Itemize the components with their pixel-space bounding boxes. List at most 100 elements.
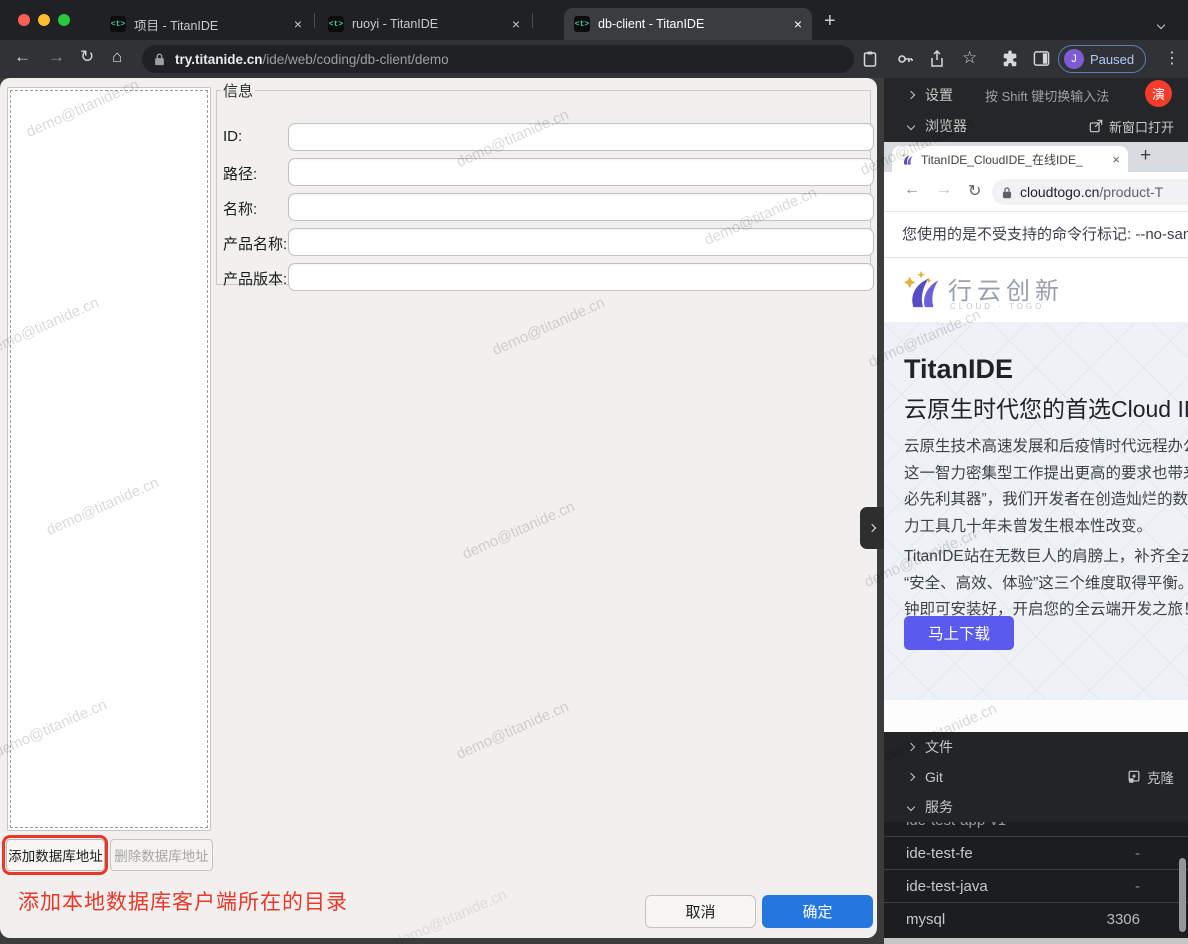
delete-database-address-button: 删除数据库地址 xyxy=(110,839,213,871)
browser-section-row[interactable]: 浏览器 新窗口打开 xyxy=(884,110,1188,142)
tab-title: 项目 - TitanIDE xyxy=(134,15,288,34)
bookmark-star-icon[interactable]: ☆ xyxy=(962,48,977,68)
chevron-right-icon xyxy=(907,743,915,751)
git-section-row[interactable]: Git 克隆 xyxy=(884,762,1188,792)
back-icon[interactable]: ← xyxy=(904,181,920,199)
service-name: ide-test-app-v1 xyxy=(906,822,1006,829)
profile-status: Paused xyxy=(1090,52,1134,67)
database-address-list[interactable] xyxy=(7,87,211,831)
clipboard-icon[interactable] xyxy=(862,50,878,73)
chevron-right-icon xyxy=(907,91,915,99)
tab-ruoyi[interactable]: <t> ruoyi - TitanIDE × xyxy=(318,8,530,40)
embedded-tab[interactable]: TitanIDE_CloudIDE_在线IDE_ × xyxy=(892,146,1128,172)
embedded-address-bar[interactable]: cloudtogo.cn/product-T xyxy=(992,179,1188,205)
input-method-hint: 按 Shift 键切换输入法 xyxy=(985,86,1109,105)
db-client-dialog: 信息 ID: 路径: 名称: 产品名称: 产品版本: 添加数据库地址 删除数据库… xyxy=(0,78,877,938)
password-key-icon[interactable] xyxy=(896,50,914,73)
service-row[interactable]: ide-test-java - xyxy=(884,870,1188,903)
share-icon[interactable] xyxy=(929,50,945,73)
id-label: ID: xyxy=(223,128,242,145)
close-icon[interactable]: × xyxy=(512,16,520,32)
browser-toolbar: ← → ↻ ⌂ try.titanide.cn/ide/web/coding/d… xyxy=(0,40,1188,78)
hero-paragraph-1: 云原生技术高速发展和后疫情时代远程办公等给 这一智力密集型工作提出更高的要求也带… xyxy=(904,434,1188,540)
service-row[interactable]: ide-test-fe - xyxy=(884,837,1188,870)
cloudtogo-logo xyxy=(900,269,946,311)
new-tab-button[interactable]: + xyxy=(1140,145,1151,167)
browser-tab-strip: <t> 项目 - TitanIDE × <t> ruoyi - TitanIDE… xyxy=(0,0,1188,40)
annotation-highlight-box xyxy=(2,835,108,875)
forward-icon[interactable]: → xyxy=(48,47,65,67)
page-bottom-strip xyxy=(884,700,1188,732)
home-icon[interactable]: ⌂ xyxy=(112,47,122,67)
kebab-menu-icon[interactable]: ⋮ xyxy=(1164,48,1180,68)
scrollbar-thumb[interactable] xyxy=(1179,858,1186,932)
git-clone-button[interactable]: 克隆 xyxy=(1127,767,1174,787)
cloudtogo-header: 行云创新 CLOUD · TOGO xyxy=(884,258,1188,322)
tab-db-client-active[interactable]: <t> db-client - TitanIDE × xyxy=(564,8,812,40)
product-name-label: 产品名称: xyxy=(223,233,287,254)
tab-project[interactable]: <t> 项目 - TitanIDE × xyxy=(100,8,312,40)
refresh-icon[interactable]: ↻ xyxy=(968,181,981,201)
settings-section-row[interactable]: 设置 按 Shift 键切换输入法 xyxy=(884,80,1188,110)
service-port: - xyxy=(1135,822,1140,829)
profile-paused-button[interactable]: J Paused xyxy=(1058,45,1146,73)
hero-title: TitanIDE xyxy=(904,354,1013,385)
close-icon[interactable]: × xyxy=(794,16,802,32)
embedded-tab-strip: TitanIDE_CloudIDE_在线IDE_ × + xyxy=(884,142,1188,172)
refresh-icon[interactable]: ↻ xyxy=(80,47,94,67)
hero-section: TitanIDE 云原生时代您的首选Cloud IDE 云原生技术高速发展和后疫… xyxy=(884,322,1188,700)
open-new-window-label: 新窗口打开 xyxy=(1109,117,1174,136)
macos-minimize-button[interactable] xyxy=(38,14,50,26)
lock-icon xyxy=(154,52,165,66)
embedded-url-row: ← → ↻ cloudtogo.cn/product-T xyxy=(884,172,1188,212)
close-icon[interactable]: × xyxy=(1112,152,1120,167)
extensions-puzzle-icon[interactable] xyxy=(1001,50,1019,73)
git-clone-label: 克隆 xyxy=(1147,767,1174,787)
product-version-input[interactable] xyxy=(288,263,874,291)
service-row[interactable]: ide-test-app-v1 - xyxy=(884,822,1188,837)
back-icon[interactable]: ← xyxy=(14,47,31,67)
tab-divider xyxy=(314,13,315,28)
panel-collapse-handle[interactable] xyxy=(860,507,884,549)
service-port: 3306 xyxy=(1107,911,1140,928)
embedded-tab-title: TitanIDE_CloudIDE_在线IDE_ xyxy=(921,151,1108,168)
services-section-row[interactable]: 服务 xyxy=(884,792,1188,822)
titanide-favicon: <t> xyxy=(574,16,590,32)
url-path: /product-T xyxy=(1099,184,1163,200)
download-now-button[interactable]: 马上下载 xyxy=(904,616,1014,650)
path-input[interactable] xyxy=(288,158,874,186)
hero-paragraph-2: TitanIDE站在无数巨人的肩膀上，补齐全云端开 “安全、高效、体验”这三个维… xyxy=(904,544,1188,624)
macos-close-button[interactable] xyxy=(18,14,30,26)
id-input[interactable] xyxy=(288,123,874,151)
address-bar[interactable]: try.titanide.cn/ide/web/coding/db-client… xyxy=(142,45,854,73)
files-section-row[interactable]: 文件 xyxy=(884,732,1188,762)
chevron-right-icon xyxy=(868,524,876,532)
confirm-button[interactable]: 确定 xyxy=(762,895,873,928)
service-port: - xyxy=(1135,845,1140,862)
tab-title: ruoyi - TitanIDE xyxy=(352,17,506,31)
forward-icon[interactable]: → xyxy=(936,181,952,199)
name-input[interactable] xyxy=(288,193,874,221)
path-label: 路径: xyxy=(223,163,257,184)
name-label: 名称: xyxy=(223,198,257,219)
cancel-button[interactable]: 取消 xyxy=(645,895,756,928)
open-new-window-button[interactable]: 新窗口打开 xyxy=(1089,117,1174,136)
annotation-text: 添加本地数据库客户端所在的目录 xyxy=(18,886,348,916)
brand-name: 行云创新 xyxy=(948,271,1064,306)
brand-subtitle: CLOUD · TOGO xyxy=(950,302,1044,311)
service-row[interactable]: mysql 3306 xyxy=(884,903,1188,936)
macos-zoom-button[interactable] xyxy=(58,14,70,26)
product-version-label: 产品版本: xyxy=(223,268,287,289)
tab-search-button[interactable] xyxy=(1158,15,1164,33)
settings-label: 设置 xyxy=(925,85,953,105)
info-fieldset: 信息 ID: 路径: 名称: 产品名称: 产品版本: xyxy=(216,80,871,285)
side-panel-icon[interactable] xyxy=(1033,50,1050,72)
page-content: 信息 ID: 路径: 名称: 产品名称: 产品版本: 添加数据库地址 删除数据库… xyxy=(0,78,1188,944)
url-domain: cloudtogo.cn xyxy=(1020,184,1099,200)
new-tab-button[interactable]: + xyxy=(824,10,836,33)
chevron-down-icon xyxy=(907,803,915,811)
sandbox-warning-bar: 您使用的是不受支持的命令行标记: --no-sand xyxy=(884,212,1188,258)
close-icon[interactable]: × xyxy=(294,16,302,32)
chevron-down-icon xyxy=(907,122,915,130)
product-name-input[interactable] xyxy=(288,228,874,256)
